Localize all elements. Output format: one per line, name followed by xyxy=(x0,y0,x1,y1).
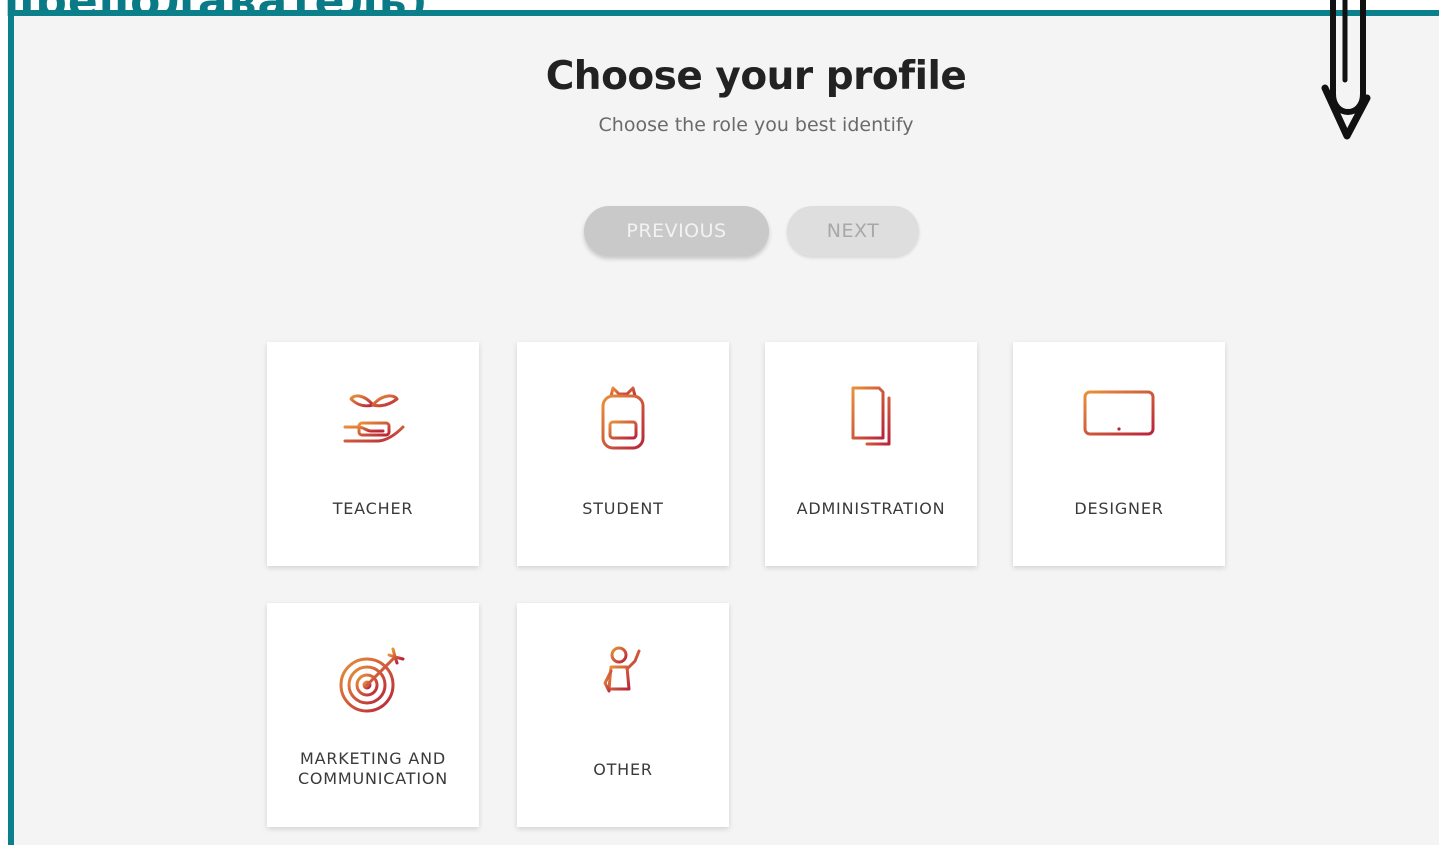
profile-card-designer[interactable]: DESIGNER xyxy=(1013,342,1225,566)
paperclip-icon xyxy=(1305,0,1385,160)
documents-icon xyxy=(765,378,977,458)
profile-card-administration[interactable]: ADMINISTRATION xyxy=(765,342,977,566)
profile-card-label: DESIGNER xyxy=(1074,499,1164,518)
profile-card-label: TEACHER xyxy=(332,499,414,518)
previous-button[interactable]: PREVIOUS xyxy=(584,206,769,256)
page-title: Choose your profile xyxy=(545,54,967,99)
profile-card-student[interactable]: STUDENT xyxy=(517,342,729,566)
target-icon xyxy=(267,639,479,719)
profile-card-label: OTHER xyxy=(593,760,653,779)
profile-card-label: STUDENT xyxy=(582,499,664,518)
screenshot-frame: Choose your profile Choose the role you … xyxy=(8,10,1439,845)
backpack-icon xyxy=(517,378,729,458)
profile-card-label: ADMINISTRATION xyxy=(796,499,946,518)
profile-card-teacher[interactable]: TEACHER xyxy=(267,342,479,566)
profile-card-label: MARKETING AND COMMUNICATION xyxy=(297,749,449,788)
next-button[interactable]: NEXT xyxy=(787,206,919,256)
person-waving-icon xyxy=(517,639,729,719)
monitor-icon xyxy=(1013,378,1225,458)
profile-card-other[interactable]: OTHER xyxy=(517,603,729,827)
plant-hand-icon xyxy=(267,378,479,458)
profile-card-marketing[interactable]: MARKETING AND COMMUNICATION xyxy=(267,603,479,827)
page-subtitle: Choose the role you best identify xyxy=(598,114,914,136)
